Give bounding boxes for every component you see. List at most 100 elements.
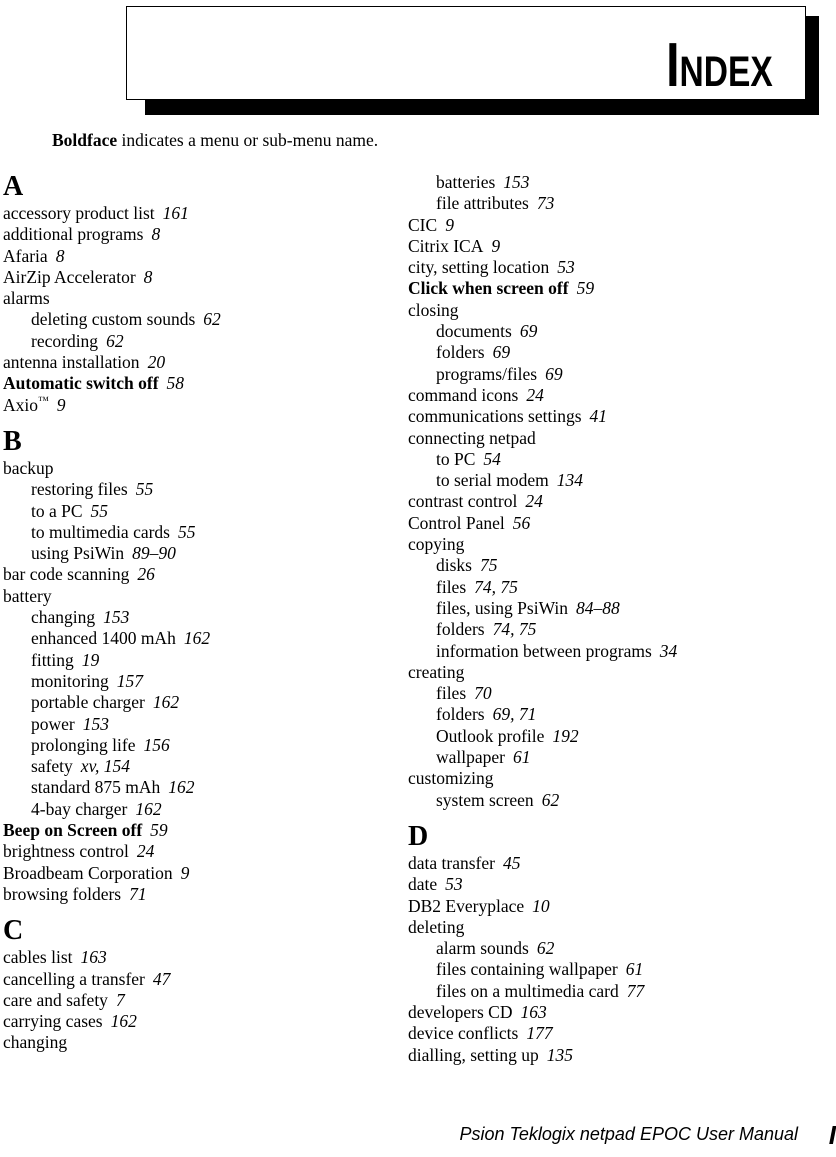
index-entry[interactable]: system screen 62 — [408, 790, 808, 811]
index-entry[interactable]: safety xv, 154 — [3, 756, 403, 777]
index-entry[interactable]: to serial modem 134 — [408, 470, 808, 491]
index-entry[interactable]: accessory product list 161 — [3, 203, 403, 224]
index-entry[interactable]: to multimedia cards 55 — [3, 522, 403, 543]
index-entry[interactable]: batteries 153 — [408, 172, 808, 193]
index-entry[interactable]: data transfer 45 — [408, 853, 808, 874]
index-entry[interactable]: file attributes 73 — [408, 193, 808, 214]
index-entry[interactable]: changing 153 — [3, 607, 403, 628]
index-entry[interactable]: to PC 54 — [408, 449, 808, 470]
footer-page-number: I — [828, 1120, 836, 1150]
index-entry[interactable]: files, using PsiWin 84–88 — [408, 598, 808, 619]
index-entry[interactable]: Control Panel 56 — [408, 513, 808, 534]
index-entry-term: battery — [3, 585, 52, 606]
index-entry[interactable]: copying — [408, 534, 808, 555]
index-entry[interactable]: 4-bay charger 162 — [3, 799, 403, 820]
index-entry[interactable]: to a PC 55 — [3, 501, 403, 522]
index-entry[interactable]: dialling, setting up 135 — [408, 1045, 808, 1066]
index-entry[interactable]: cancelling a transfer 47 — [3, 969, 403, 990]
index-entry[interactable]: AirZip Accelerator 8 — [3, 267, 403, 288]
index-entry[interactable]: backup — [3, 458, 403, 479]
index-entry-pages: 62 — [536, 938, 555, 959]
index-entry[interactable]: command icons 24 — [408, 385, 808, 406]
index-entry[interactable]: recording 62 — [3, 331, 403, 352]
index-entry[interactable]: battery — [3, 586, 403, 607]
index-entry[interactable]: using PsiWin 89–90 — [3, 543, 403, 564]
index-entry[interactable]: Afaria 8 — [3, 246, 403, 267]
index-entry-pages: 162 — [152, 692, 180, 713]
index-entry[interactable]: files on a multimedia card 77 — [408, 981, 808, 1002]
index-entry[interactable]: folders 69 — [408, 342, 808, 363]
index-entry-pages: 75 — [479, 555, 498, 576]
index-entry[interactable]: alarm sounds 62 — [408, 938, 808, 959]
index-entry[interactable]: standard 875 mAh 162 — [3, 777, 403, 798]
index-entry[interactable]: Automatic switch off 58 — [3, 373, 403, 394]
index-entry-term: safety — [31, 756, 73, 777]
index-entry[interactable]: Outlook profile 192 — [408, 726, 808, 747]
index-entry[interactable]: prolonging life 156 — [3, 735, 403, 756]
index-entry[interactable]: changing — [3, 1032, 403, 1053]
index-entry-pages: 74, 75 — [474, 576, 518, 597]
index-entry[interactable]: Citrix ICA 9 — [408, 236, 808, 257]
index-entry[interactable]: brightness control 24 — [3, 841, 403, 862]
index-entry[interactable]: carrying cases 162 — [3, 1011, 403, 1032]
index-entry[interactable]: deleting custom sounds 62 — [3, 309, 403, 330]
index-entry[interactable]: power 153 — [3, 714, 403, 735]
index-entry-pages: 24 — [525, 491, 543, 512]
index-entry-term: disks — [436, 555, 472, 576]
index-entry-term: cables list — [3, 947, 73, 968]
index-entry[interactable]: browsing folders 71 — [3, 884, 403, 905]
index-entry[interactable]: DB2 Everyplace 10 — [408, 896, 808, 917]
index-entry[interactable]: contrast control 24 — [408, 491, 808, 512]
index-entry[interactable]: customizing — [408, 768, 808, 789]
index-entry[interactable]: folders 69, 71 — [408, 704, 808, 725]
index-entry[interactable]: restoring files 55 — [3, 479, 403, 500]
index-entry-term: information between programs — [436, 640, 652, 661]
index-entry[interactable]: portable charger 162 — [3, 692, 403, 713]
index-entry-pages: 157 — [116, 670, 144, 691]
index-entry[interactable]: enhanced 1400 mAh 162 — [3, 628, 403, 649]
index-entry[interactable]: Click when screen off 59 — [408, 278, 808, 299]
index-entry[interactable]: documents 69 — [408, 321, 808, 342]
index-entry[interactable]: alarms — [3, 288, 403, 309]
index-entry[interactable]: CIC 9 — [408, 215, 808, 236]
index-entry[interactable]: creating — [408, 662, 808, 683]
index-entry[interactable]: additional programs 8 — [3, 224, 403, 245]
index-entry[interactable]: Broadbeam Corporation 9 — [3, 863, 403, 884]
index-entry-term: files, using PsiWin — [436, 597, 569, 618]
index-entry[interactable]: date 53 — [408, 874, 808, 895]
index-entry[interactable]: cables list 163 — [3, 947, 403, 968]
index-entry[interactable]: files containing wallpaper 61 — [408, 959, 808, 980]
index-entry-pages: 77 — [626, 980, 645, 1001]
index-entry[interactable]: device conflicts 177 — [408, 1023, 808, 1044]
index-entry[interactable]: disks 75 — [408, 555, 808, 576]
index-entry[interactable]: files 74, 75 — [408, 577, 808, 598]
index-entry-term: command icons — [408, 384, 519, 405]
index-entry[interactable]: folders 74, 75 — [408, 619, 808, 640]
index-entry[interactable]: Beep on Screen off 59 — [3, 820, 403, 841]
index-entry[interactable]: care and safety 7 — [3, 990, 403, 1011]
index-entry-pages: 53 — [557, 257, 575, 278]
index-entry[interactable]: files 70 — [408, 683, 808, 704]
index-entry[interactable]: connecting netpad — [408, 428, 808, 449]
index-entry[interactable]: city, setting location 53 — [408, 257, 808, 278]
index-entry[interactable]: wallpaper 61 — [408, 747, 808, 768]
index-entry[interactable]: developers CD 163 — [408, 1002, 808, 1023]
index-entry[interactable]: bar code scanning 26 — [3, 564, 403, 585]
index-entry[interactable]: programs/files 69 — [408, 364, 808, 385]
index-entry-pages: 134 — [556, 470, 584, 491]
index-entry[interactable]: Axio™ 9 — [3, 395, 403, 416]
index-entry[interactable]: information between programs 34 — [408, 641, 808, 662]
index-entry[interactable]: fitting 19 — [3, 650, 403, 671]
index-entry-pages: 71 — [129, 883, 147, 904]
index-column-left: Aaccessory product list 161 additional pro… — [3, 172, 403, 1054]
index-entry-term: using PsiWin — [31, 543, 125, 564]
index-entry[interactable]: deleting — [408, 917, 808, 938]
index-entry-pages: 192 — [552, 725, 579, 746]
index-entry[interactable]: antenna installation 20 — [3, 352, 403, 373]
index-entry-term: 4-bay charger — [31, 798, 128, 819]
index-entry[interactable]: monitoring 157 — [3, 671, 403, 692]
index-entry[interactable]: communications settings 41 — [408, 406, 808, 427]
boldface-note: Boldface indicates a menu or sub-menu na… — [52, 130, 378, 150]
index-entry-pages: 54 — [483, 448, 501, 469]
index-entry[interactable]: closing — [408, 300, 808, 321]
